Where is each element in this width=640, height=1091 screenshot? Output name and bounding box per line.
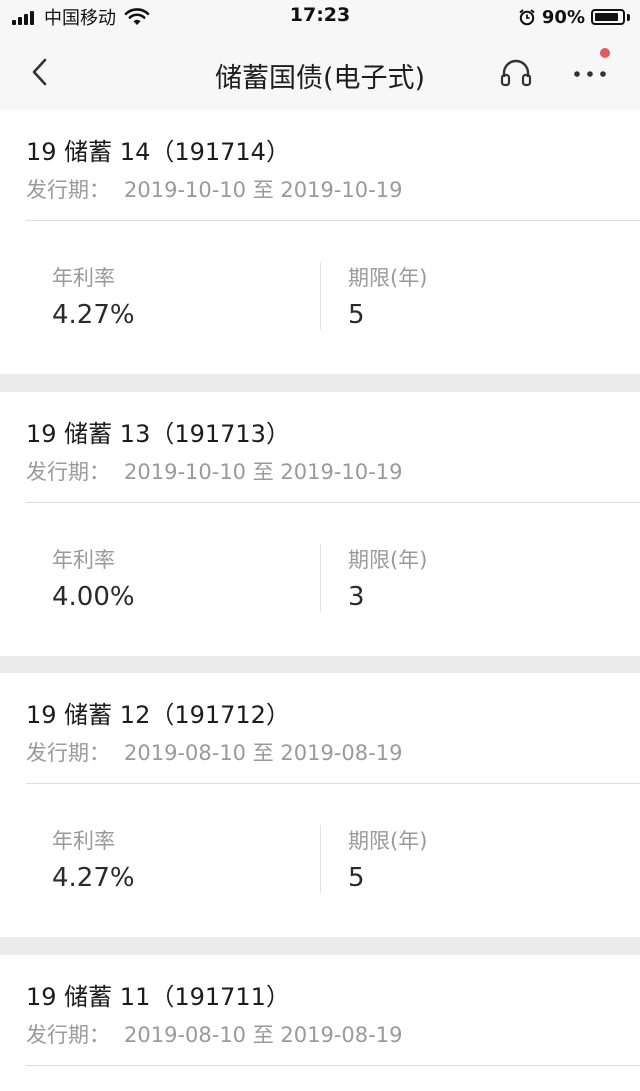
issue-period-dates: 2019-08-10 至 2019-08-19 — [124, 741, 403, 765]
rate-label: 年利率 — [52, 829, 115, 853]
term-value: 5 — [348, 300, 365, 330]
card-divider — [26, 220, 640, 221]
issue-period-label: 发行期： — [26, 741, 110, 765]
more-icon — [574, 71, 606, 77]
status-right: 90% — [518, 5, 630, 29]
issue-period-label: 发行期： — [26, 460, 110, 484]
rate-label: 年利率 — [52, 266, 115, 290]
card-divider — [26, 502, 640, 503]
bond-card[interactable]: 19 储蓄 14（191714） 发行期： 2019-10-10 至 2019-… — [0, 110, 640, 374]
term-value: 5 — [348, 863, 365, 893]
bond-name: 19 储蓄 14（191714） — [26, 138, 290, 166]
customer-service-button[interactable] — [496, 54, 536, 94]
term-label: 期限(年) — [348, 829, 428, 853]
column-divider — [320, 544, 321, 612]
card-divider — [26, 1065, 640, 1066]
bond-name: 19 储蓄 11（191711） — [26, 983, 290, 1011]
bond-card[interactable]: 19 储蓄 11（191711） 发行期： 2019-08-10 至 2019-… — [0, 955, 640, 1091]
issue-period-label: 发行期： — [26, 1023, 110, 1047]
rate-label: 年利率 — [52, 548, 115, 572]
bond-name: 19 储蓄 12（191712） — [26, 701, 290, 729]
rate-value: 4.27% — [52, 300, 135, 330]
card-divider — [26, 783, 640, 784]
headset-icon — [500, 59, 532, 87]
issue-period-label: 发行期： — [26, 178, 110, 202]
issue-period-dates: 2019-10-10 至 2019-10-19 — [124, 178, 403, 202]
rate-value: 4.00% — [52, 582, 135, 612]
page-title: 储蓄国债(电子式) — [214, 63, 426, 94]
issue-period-dates: 2019-10-10 至 2019-10-19 — [124, 460, 403, 484]
term-label: 期限(年) — [348, 548, 428, 572]
bond-name: 19 储蓄 13（191713） — [26, 420, 290, 448]
more-button[interactable] — [568, 54, 612, 94]
nav-bar: 储蓄国债(电子式) — [0, 34, 640, 110]
column-divider — [320, 825, 321, 893]
battery-icon — [591, 9, 625, 25]
battery-cap — [627, 13, 630, 21]
rate-value: 4.27% — [52, 863, 135, 893]
battery-level — [595, 13, 618, 21]
issue-period-dates: 2019-08-10 至 2019-08-19 — [124, 1023, 403, 1047]
status-bar: 中国移动 17:23 90% — [0, 0, 640, 34]
column-divider — [320, 262, 321, 330]
term-label: 期限(年) — [348, 266, 428, 290]
bond-card[interactable]: 19 储蓄 12（191712） 发行期： 2019-08-10 至 2019-… — [0, 673, 640, 937]
term-value: 3 — [348, 582, 365, 612]
alarm-icon — [519, 9, 535, 26]
battery-percent: 90% — [541, 6, 585, 28]
bond-card[interactable]: 19 储蓄 13（191713） 发行期： 2019-10-10 至 2019-… — [0, 392, 640, 656]
notification-badge — [600, 48, 610, 58]
